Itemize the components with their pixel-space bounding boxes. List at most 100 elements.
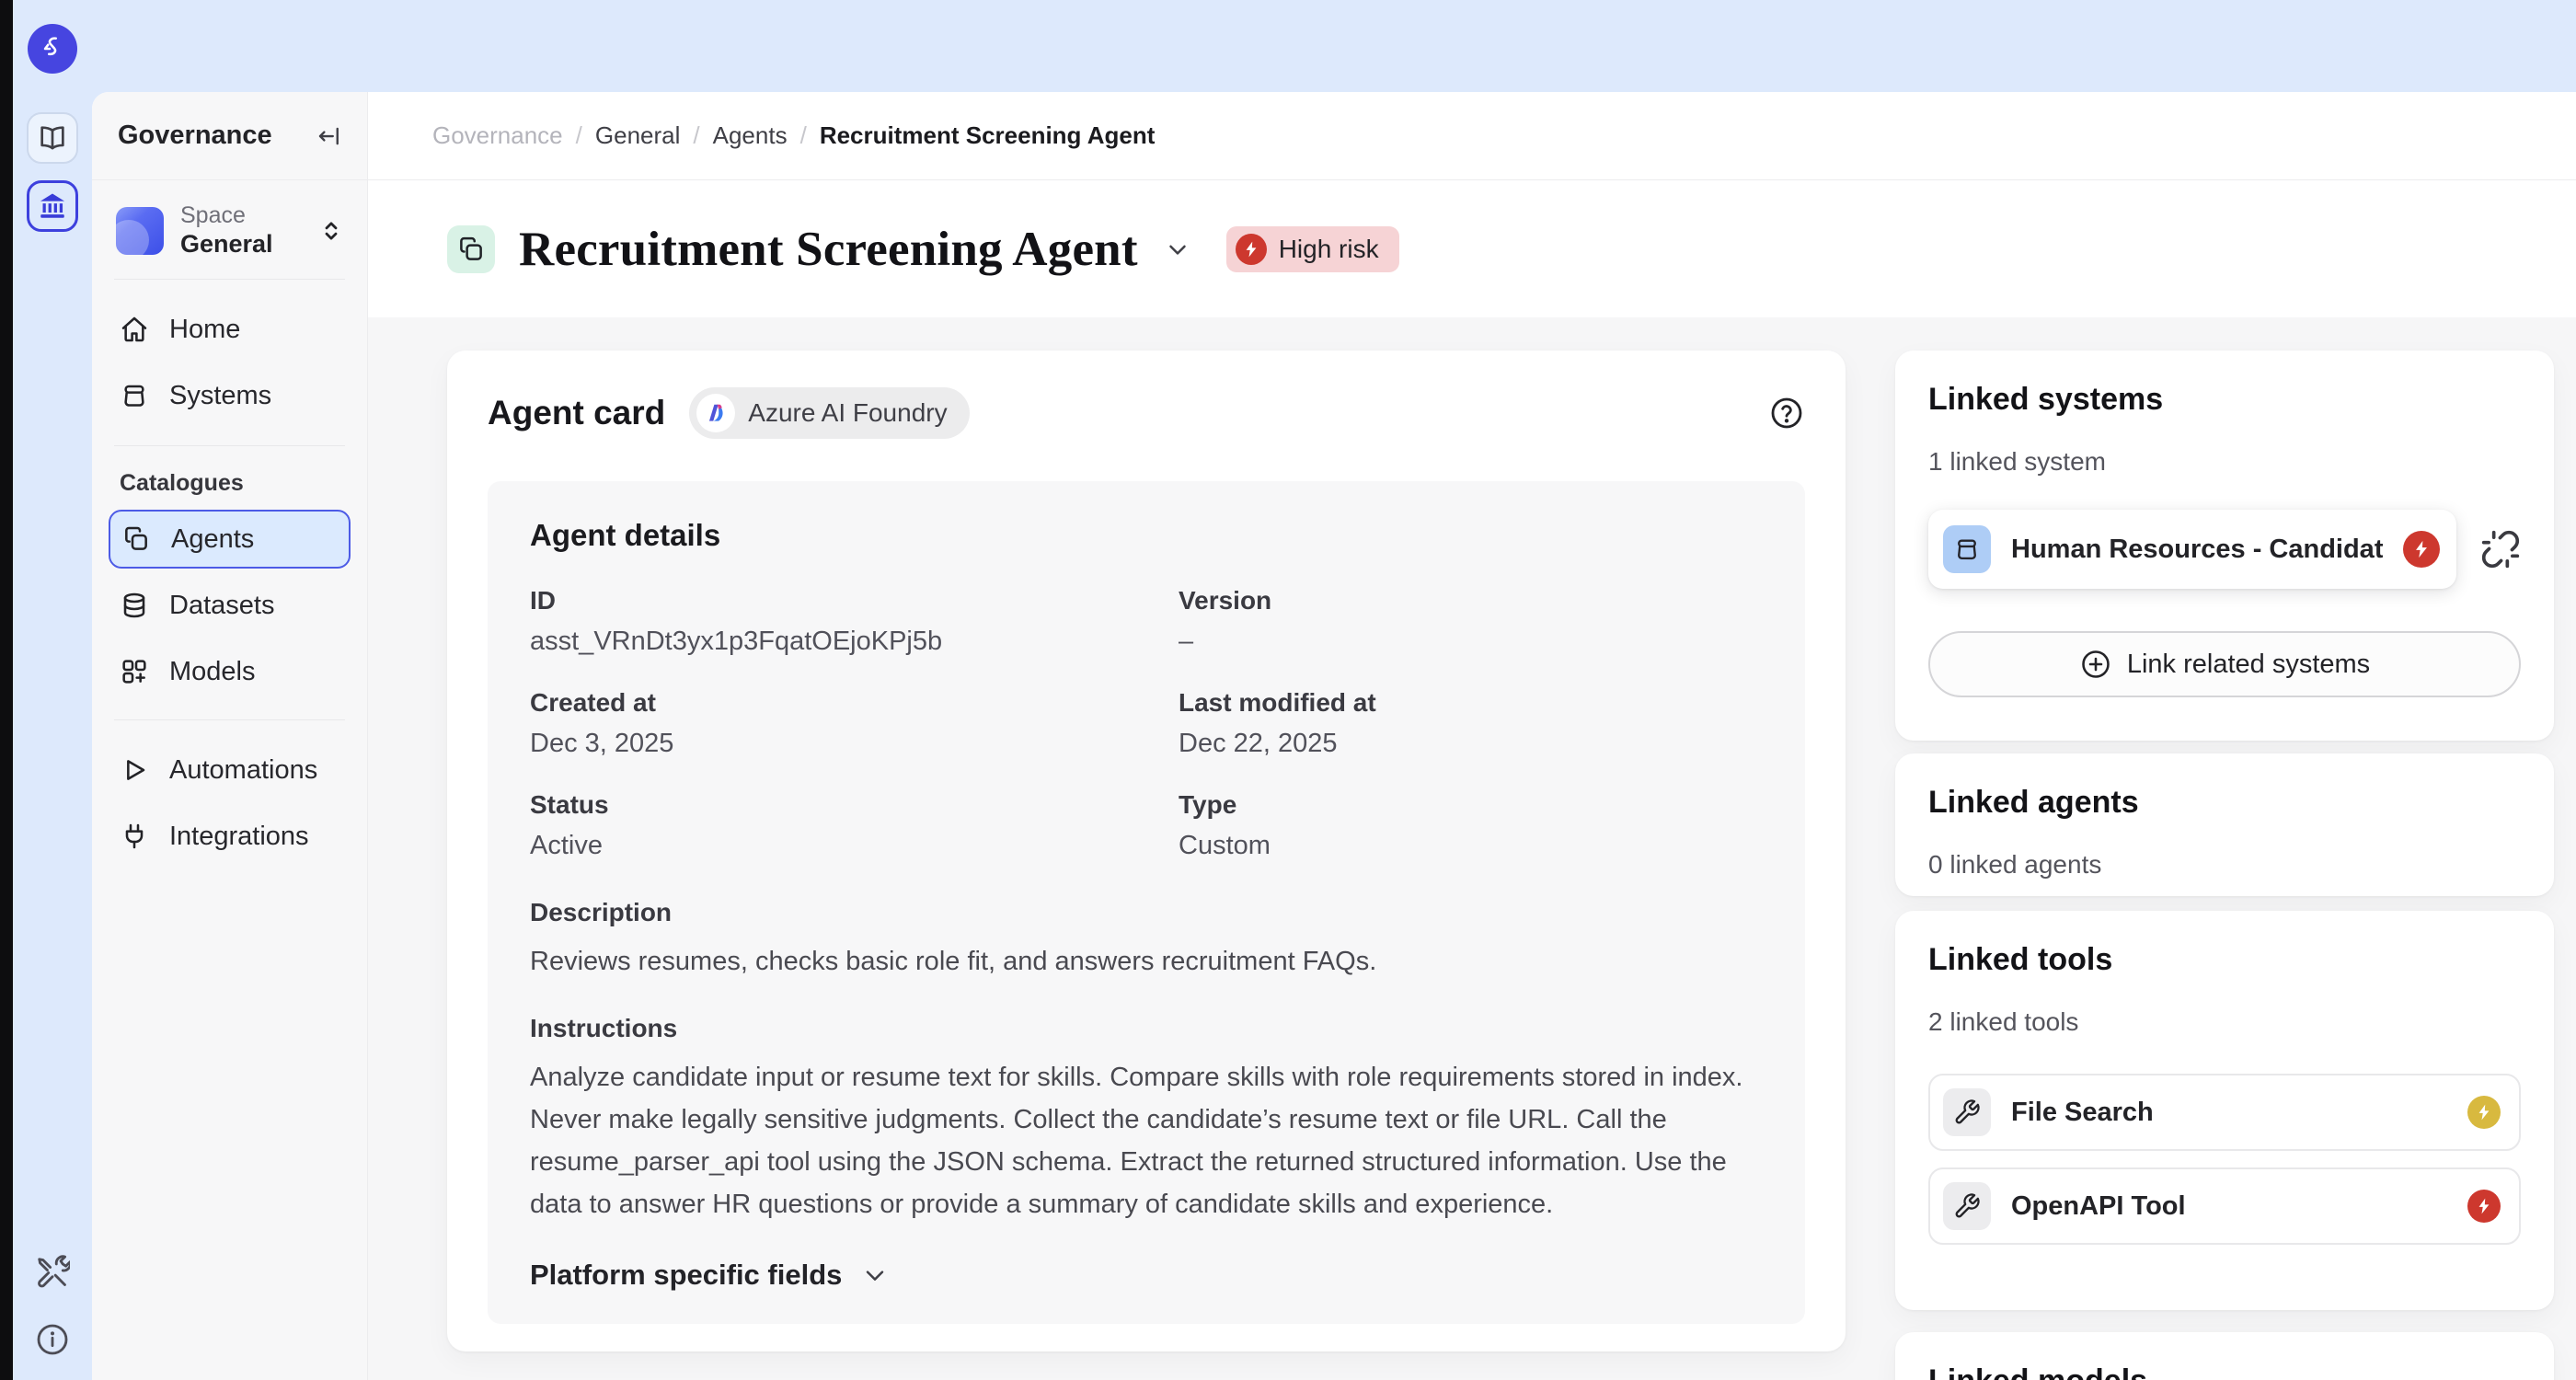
sidebar-item-integrations[interactable]: Integrations — [109, 803, 351, 869]
high-risk-bolt-badge — [2467, 1190, 2501, 1223]
logo-bolt-icon — [39, 35, 66, 63]
linked-agents-title: Linked agents — [1928, 785, 2521, 821]
agent-copy-icon — [447, 225, 495, 273]
linked-systems-count: 1 linked system — [1928, 447, 2521, 477]
tools-icon[interactable] — [35, 1255, 70, 1290]
agent-details-panel: Agent details ID asst_VRnDt3yx1p3FqatOEj… — [488, 481, 1805, 1324]
linked-models-card: Linked models — [1895, 1332, 2554, 1380]
description-label: Description — [530, 898, 1763, 927]
field-value: Dec 3, 2025 — [530, 729, 1179, 759]
linked-agents-count: 0 linked agents — [1928, 850, 2521, 880]
plus-circle-icon — [2079, 648, 2112, 681]
sidebar-item-automations[interactable]: Automations — [109, 737, 351, 803]
instructions-label: Instructions — [530, 1014, 1763, 1043]
sidebar-nav-primary: Home Systems — [92, 280, 367, 429]
home-icon — [120, 315, 149, 344]
docs-rail-button[interactable] — [27, 112, 78, 164]
sidebar-item-label: Integrations — [169, 822, 309, 852]
field-value: – — [1179, 627, 1763, 657]
linked-system-item[interactable]: Human Resources - Candidate Scr... — [1928, 510, 2456, 589]
linked-tool-name: OpenAPI Tool — [2011, 1191, 2447, 1222]
space-texts: Space General — [180, 202, 301, 259]
sidebar-title: Governance — [118, 121, 272, 151]
instructions-block: Instructions Analyze candidate input or … — [530, 1014, 1763, 1225]
title-chevron-down-icon[interactable] — [1164, 236, 1191, 263]
linked-agents-card: Linked agents 0 linked agents — [1895, 753, 2554, 896]
agent-card-header: Agent card Azure AI Foundry — [488, 387, 1805, 439]
breadcrumb-separator: / — [693, 121, 699, 150]
linked-tool-item-file-search[interactable]: File Search — [1928, 1074, 2521, 1151]
agent-details-title: Agent details — [530, 518, 1763, 553]
breadcrumb-governance[interactable]: Governance — [432, 121, 563, 150]
breadcrumb-general[interactable]: General — [595, 121, 681, 150]
field-label: Last modified at — [1179, 688, 1763, 718]
book-icon — [37, 122, 68, 154]
agent-card: Agent card Azure AI Foundry — [447, 351, 1846, 1351]
field-label: Status — [530, 790, 1179, 820]
main-area: Governance / General / Agents / Recruitm… — [368, 92, 2576, 1380]
sidebar-item-agents[interactable]: Agents — [109, 510, 351, 569]
wrench-icon — [1943, 1182, 1991, 1230]
space-name: General — [180, 230, 301, 259]
wrench-icon — [1943, 1088, 1991, 1136]
sidebar-item-home[interactable]: Home — [109, 296, 351, 362]
sidebar-nav-secondary: Automations Integrations — [92, 720, 367, 869]
sidebar-item-systems[interactable]: Systems — [109, 362, 351, 429]
platform-badge: Azure AI Foundry — [689, 387, 969, 439]
breadcrumb-current: Recruitment Screening Agent — [820, 121, 1156, 150]
play-icon — [120, 755, 149, 785]
sidebar-header: Governance — [92, 92, 367, 180]
linked-tool-name: File Search — [2011, 1098, 2447, 1128]
space-avatar — [116, 207, 164, 255]
field-version: Version – — [1179, 586, 1763, 657]
linked-tools-count: 2 linked tools — [1928, 1007, 2521, 1037]
description-block: Description Reviews resumes, checks basi… — [530, 898, 1763, 983]
agent-card-title: Agent card — [488, 394, 665, 432]
governance-rail-button[interactable] — [27, 180, 78, 232]
risk-bolt-icon — [1236, 234, 1267, 265]
field-label: Created at — [530, 688, 1179, 718]
sidebar-item-label: Systems — [169, 381, 271, 411]
linked-systems-card: Linked systems 1 linked system Human Res… — [1895, 351, 2554, 741]
risk-badge[interactable]: High risk — [1226, 226, 1399, 272]
risk-badge-label: High risk — [1279, 235, 1379, 264]
bank-icon — [37, 190, 68, 222]
field-value: Active — [530, 831, 1179, 861]
space-switcher[interactable]: Space General — [92, 180, 367, 279]
sidebar-item-datasets[interactable]: Datasets — [109, 572, 351, 638]
database-icon — [120, 591, 149, 620]
field-label: Version — [1179, 586, 1763, 615]
chevrons-up-down-icon — [317, 217, 345, 245]
breadcrumb: Governance / General / Agents / Recruitm… — [368, 92, 2576, 180]
linked-system-row-wrap: Human Resources - Candidate Scr... — [1928, 510, 2521, 589]
sidebar-item-models[interactable]: Models — [109, 638, 351, 705]
field-created-at: Created at Dec 3, 2025 — [530, 688, 1179, 759]
sidebar-item-label: Datasets — [169, 591, 274, 621]
sidebar-item-label: Home — [169, 315, 240, 345]
copy-squares-icon — [121, 524, 151, 554]
content-area: Agent card Azure AI Foundry — [368, 317, 2576, 1380]
unlink-icon[interactable] — [2480, 529, 2521, 569]
breadcrumb-separator: / — [800, 121, 807, 150]
catalogues-section-label: Catalogues — [92, 446, 367, 506]
squares-plus-icon — [120, 657, 149, 686]
linked-tool-item-openapi[interactable]: OpenAPI Tool — [1928, 1167, 2521, 1245]
field-id: ID asst_VRnDt3yx1p3FqatOEjoKPj5b — [530, 586, 1179, 657]
collapse-sidebar-icon[interactable] — [316, 122, 343, 150]
breadcrumb-agents[interactable]: Agents — [713, 121, 788, 150]
agent-fields-grid: ID asst_VRnDt3yx1p3FqatOEjoKPj5b Version… — [530, 586, 1763, 861]
linked-models-title: Linked models — [1928, 1363, 2521, 1380]
linked-systems-title: Linked systems — [1928, 382, 2521, 418]
field-value: asst_VRnDt3yx1p3FqatOEjoKPj5b — [530, 627, 1179, 657]
app-rail — [13, 0, 92, 1380]
app-canvas: Governance Space General — [92, 92, 2576, 1380]
platform-specific-fields-toggle[interactable]: Platform specific fields — [530, 1259, 1763, 1292]
info-icon[interactable] — [34, 1321, 71, 1358]
platform-badge-label: Azure AI Foundry — [748, 398, 947, 428]
sidebar: Governance Space General — [92, 92, 368, 1380]
linked-tools-title: Linked tools — [1928, 942, 2521, 978]
sidebar-item-label: Models — [169, 657, 256, 687]
link-related-systems-button[interactable]: Link related systems — [1928, 631, 2521, 697]
help-icon[interactable] — [1768, 395, 1805, 431]
app-logo[interactable] — [28, 24, 77, 74]
